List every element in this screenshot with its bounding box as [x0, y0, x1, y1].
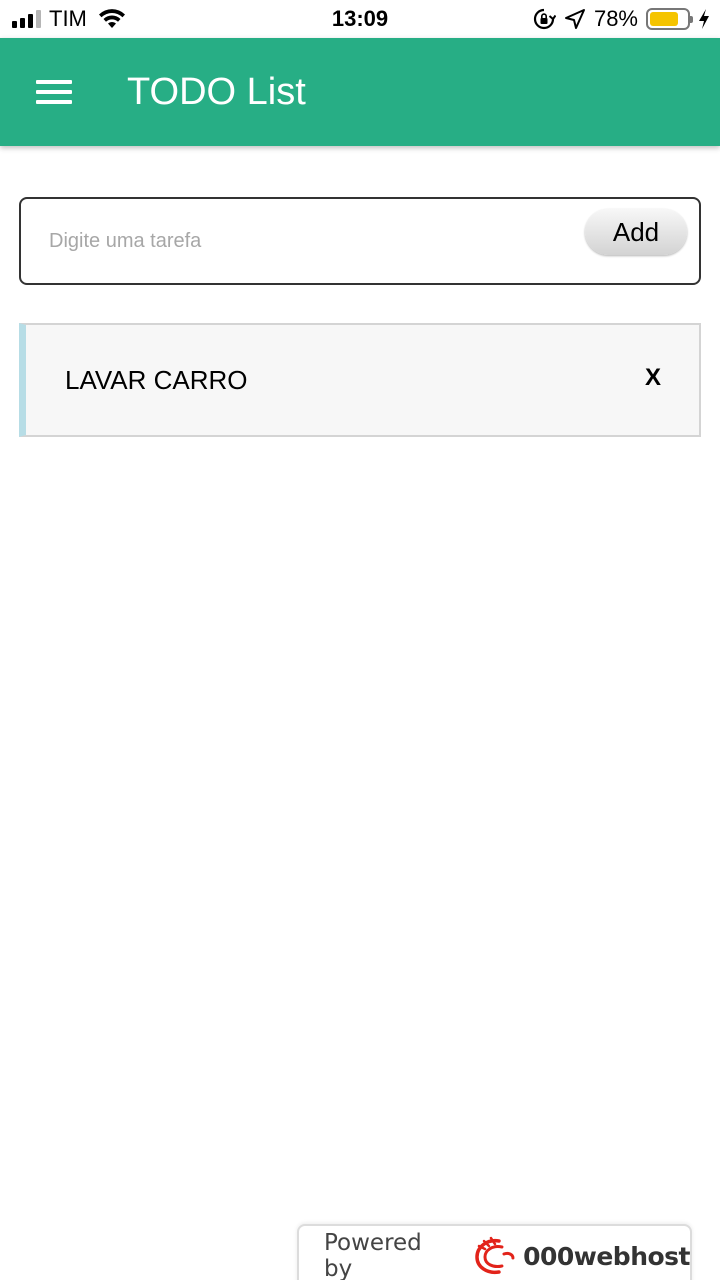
battery-percent: 78% — [593, 6, 638, 31]
status-bar: TIM 13:09 78% — [0, 0, 720, 38]
add-task-form: Add — [19, 197, 701, 285]
rotation-lock-icon — [533, 8, 556, 30]
task-item[interactable]: LAVAR CARRO X — [19, 323, 701, 437]
battery-icon — [646, 8, 693, 30]
status-right: 78% — [532, 5, 710, 33]
brand-name: 000webhost — [523, 1241, 690, 1271]
battery-fill — [650, 12, 679, 26]
delete-task-button[interactable]: X — [645, 363, 661, 393]
page-title: TODO List — [127, 71, 306, 113]
powered-by-label: Powered by — [324, 1230, 422, 1280]
000webhost-logo-icon — [475, 1236, 515, 1275]
task-list: LAVAR CARRO X — [19, 323, 701, 437]
task-input[interactable] — [49, 223, 569, 259]
app-screen: TIM 13:09 78% TODO List Digite uma taref… — [0, 0, 720, 1280]
task-text: LAVAR CARRO — [65, 365, 248, 395]
location-icon — [564, 9, 585, 29]
add-button[interactable]: Add — [585, 209, 687, 255]
hamburger-menu-icon[interactable] — [36, 80, 72, 106]
charging-bolt-icon — [699, 9, 709, 29]
powered-by-badge[interactable]: Powered by 000webhost — [297, 1224, 692, 1280]
app-toolbar: TODO List — [0, 38, 720, 146]
